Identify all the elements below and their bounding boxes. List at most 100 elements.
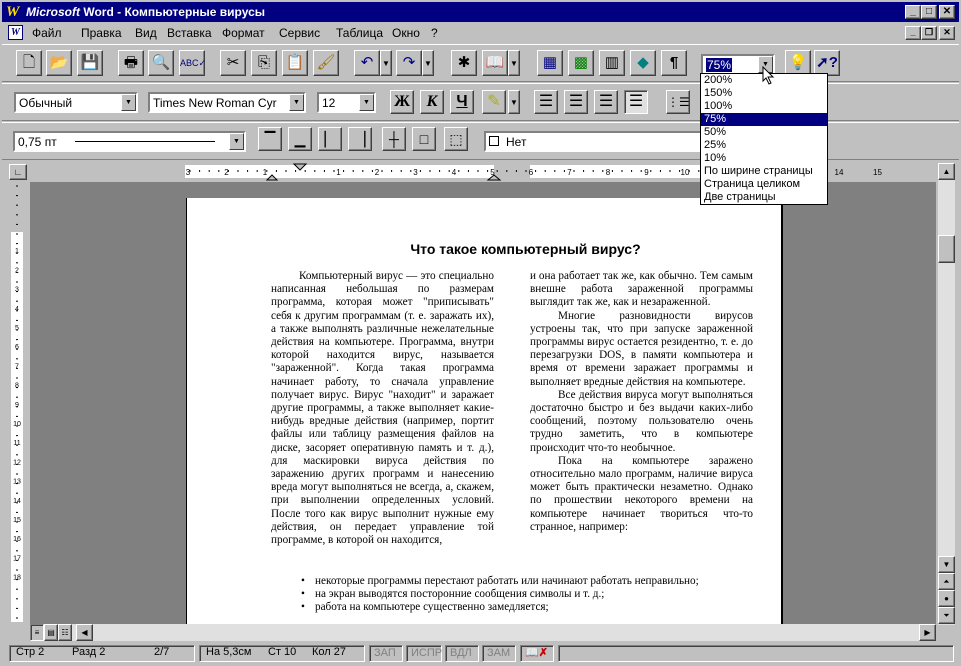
highlight-dropdown-icon[interactable]: ▼ <box>508 90 520 114</box>
vertical-ruler[interactable]: 1 2 3 4 5 6 7 8 9 10 11 12 13 14 15 16 17 18 <box>7 182 27 622</box>
select-browse-icon[interactable]: ● <box>938 590 955 607</box>
zoom-option[interactable]: 150% <box>701 87 827 100</box>
style-dropdown-icon[interactable]: ▼ <box>121 94 136 111</box>
zoom-option[interactable]: 100% <box>701 100 827 113</box>
previous-page-icon[interactable]: ⏶ <box>938 573 955 590</box>
align-left-icon[interactable]: ☰ <box>534 90 558 114</box>
doc-restore-button[interactable]: ❐ <box>921 26 937 40</box>
menu-tools[interactable]: Сервис <box>279 26 320 40</box>
document-icon[interactable]: W <box>8 25 23 40</box>
underline-button[interactable]: Ч <box>450 90 474 114</box>
zoom-option[interactable]: 75% <box>701 113 827 126</box>
copy-icon[interactable]: ⎘ <box>251 50 277 76</box>
mouse-cursor-icon <box>762 66 775 85</box>
cut-icon[interactable]: ✂ <box>220 50 246 76</box>
status-track[interactable]: ИСПР <box>406 645 442 662</box>
bold-button[interactable]: Ж <box>390 90 414 114</box>
insert-table-icon[interactable]: ▦ <box>537 50 563 76</box>
shading-combo[interactable]: Нет <box>484 131 704 152</box>
zoom-option[interactable]: Две страницы <box>701 191 827 204</box>
menu-edit[interactable]: Правка <box>81 26 122 40</box>
numbering-icon[interactable]: ⋮☰ <box>666 90 690 114</box>
undo-dropdown-icon[interactable]: ▼ <box>380 50 392 76</box>
scroll-thumb[interactable] <box>938 235 955 263</box>
scroll-right-icon[interactable]: ▶ <box>919 624 936 641</box>
style-combo[interactable]: Обычный ▼ <box>14 92 138 113</box>
open-folder-icon[interactable]: 📂 <box>46 50 72 76</box>
menu-help[interactable]: ? <box>431 26 438 40</box>
save-icon[interactable]: 💾 <box>77 50 103 76</box>
normal-view-icon[interactable]: ≡ <box>30 624 44 641</box>
zoom-option[interactable]: 50% <box>701 126 827 139</box>
redo-icon[interactable]: ↷ <box>396 50 422 76</box>
font-dropdown-icon[interactable]: ▼ <box>289 94 304 111</box>
zoom-option[interactable]: 25% <box>701 139 827 152</box>
spelling-status-icon[interactable]: 📖✗ <box>520 645 554 662</box>
zoom-option[interactable]: 10% <box>701 152 827 165</box>
zoom-dropdown-list[interactable]: 200% 150% 100% 75% 50% 25% 10% По ширине страни… <box>700 73 828 205</box>
autotext-icon[interactable]: ✱ <box>451 50 477 76</box>
line-width-combo[interactable]: 0,75 пт ▼ <box>13 131 246 152</box>
font-size-dropdown-icon[interactable]: ▼ <box>359 94 374 111</box>
menu-view[interactable]: Вид <box>135 26 157 40</box>
status-overtype[interactable]: ЗАМ <box>482 645 516 662</box>
right-border-icon[interactable]: ▕ <box>348 127 372 151</box>
vertical-scrollbar[interactable]: ▲ ▼ ⏶ ● ⏷ <box>938 163 955 625</box>
line-width-dropdown-icon[interactable]: ▼ <box>229 133 244 150</box>
insert-address-dropdown-icon[interactable]: ▼ <box>508 50 520 76</box>
close-button[interactable]: ✕ <box>939 5 955 19</box>
zoom-option[interactable]: Страница целиком <box>701 178 827 191</box>
paste-icon[interactable]: 📋 <box>282 50 308 76</box>
document-area[interactable]: Что такое компьютерный вирус? Компьютерн… <box>30 182 936 624</box>
horizontal-scrollbar[interactable]: ≡ ▤ ☷ ◀ ▶ <box>30 624 936 641</box>
outside-border-icon[interactable]: □ <box>412 127 436 151</box>
columns-icon[interactable]: ▥ <box>599 50 625 76</box>
zoom-option[interactable]: По ширине страницы <box>701 165 827 178</box>
minimize-button[interactable]: _ <box>905 5 921 19</box>
show-hide-icon[interactable]: ¶ <box>661 50 687 76</box>
bottom-border-icon[interactable]: ▁ <box>288 127 312 151</box>
format-painter-icon[interactable]: 🖌 <box>313 50 339 76</box>
menu-window[interactable]: Окно <box>392 26 420 40</box>
page-layout-view-icon[interactable]: ▤ <box>44 624 58 641</box>
left-border-icon[interactable]: ▏ <box>318 127 342 151</box>
italic-button[interactable]: К <box>420 90 444 114</box>
font-combo[interactable]: Times New Roman Cyr ▼ <box>148 92 306 113</box>
vertical-ruler-number: 9 <box>15 402 19 409</box>
status-extend[interactable]: ВДЛ <box>445 645 479 662</box>
scroll-left-icon[interactable]: ◀ <box>76 624 93 641</box>
top-border-icon[interactable]: ▔ <box>258 127 282 151</box>
outline-view-icon[interactable]: ☷ <box>58 624 72 641</box>
menu-insert[interactable]: Вставка <box>167 26 212 40</box>
drawing-icon[interactable]: ◆ <box>630 50 656 76</box>
undo-icon[interactable]: ↶ <box>354 50 380 76</box>
new-document-icon[interactable]: 🗋 <box>16 50 42 76</box>
menu-file[interactable]: Файл <box>32 26 62 40</box>
highlight-icon[interactable]: ✎ <box>482 90 506 114</box>
align-right-icon[interactable]: ☰ <box>594 90 618 114</box>
document-page[interactable]: Что такое компьютерный вирус? Компьютерн… <box>186 198 783 624</box>
inside-border-icon[interactable]: ┼ <box>382 127 406 151</box>
menu-table[interactable]: Таблица <box>336 26 383 40</box>
tab-selector-icon[interactable]: ∟ <box>9 164 27 180</box>
word-app-icon[interactable]: W <box>6 4 22 20</box>
font-size-combo[interactable]: 12 ▼ <box>317 92 376 113</box>
doc-minimize-button[interactable]: _ <box>905 26 921 40</box>
spelling-icon[interactable]: ABC✓ <box>179 50 206 76</box>
print-preview-icon[interactable]: 🔍 <box>148 50 174 76</box>
doc-close-button[interactable]: ✕ <box>939 26 955 40</box>
justify-icon[interactable]: ☰ <box>624 90 648 114</box>
print-icon[interactable]: 🖶 <box>118 50 144 76</box>
insert-excel-icon[interactable]: ▩ <box>568 50 594 76</box>
scroll-up-icon[interactable]: ▲ <box>938 163 955 180</box>
scroll-down-icon[interactable]: ▼ <box>938 556 955 573</box>
menu-format[interactable]: Формат <box>222 26 265 40</box>
next-page-icon[interactable]: ⏷ <box>938 607 955 624</box>
ruler-number: 2 <box>375 168 380 177</box>
maximize-button[interactable]: □ <box>921 5 937 19</box>
insert-address-icon[interactable]: 📖 <box>482 50 508 76</box>
no-border-icon[interactable]: ⬚ <box>444 127 468 151</box>
status-rec[interactable]: ЗАП <box>369 645 403 662</box>
redo-dropdown-icon[interactable]: ▼ <box>422 50 434 76</box>
align-center-icon[interactable]: ☰ <box>564 90 588 114</box>
